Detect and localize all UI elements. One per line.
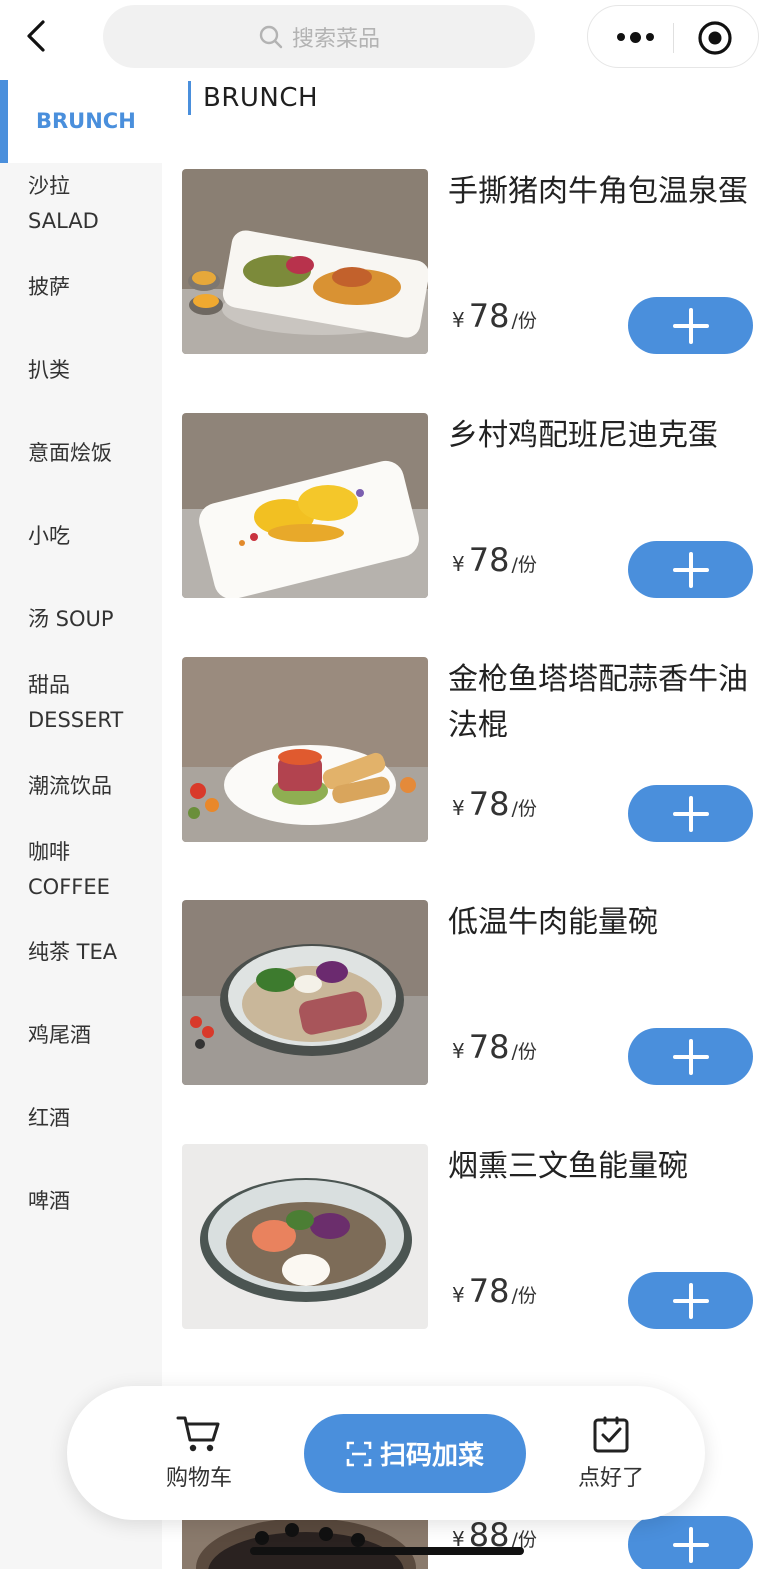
capsule-divider (673, 23, 674, 53)
dish-photo (182, 1144, 428, 1329)
sidebar-item-pasta-risotto[interactable]: 意面烩饭 (0, 436, 162, 471)
sidebar-item-grill[interactable]: 扒类 (0, 353, 162, 388)
done-label: 点好了 (577, 1466, 644, 1491)
back-button[interactable] (14, 14, 58, 58)
dish-price: ¥78/份 (452, 1272, 537, 1310)
dish-price: ¥78/份 (452, 1028, 537, 1066)
mini-program-capsule (587, 5, 759, 68)
plus-icon (672, 1282, 709, 1319)
dish-name: 手撕猪肉牛角包温泉蛋 (448, 174, 748, 209)
sidebar-item-snacks[interactable]: 小吃 (0, 519, 162, 554)
sidebar-item-dessert[interactable]: 甜品 DESSERT (0, 668, 162, 738)
sidebar-item-pizza[interactable]: 披萨 (0, 270, 162, 305)
more-dots-icon[interactable] (610, 24, 660, 50)
chevron-left-icon (27, 20, 45, 52)
dish-price: ¥78/份 (452, 785, 537, 823)
clipboard-check-icon (593, 1416, 629, 1453)
section-accent-bar (188, 81, 191, 115)
cart-label: 购物车 (165, 1466, 232, 1491)
dish-price: ¥78/份 (452, 541, 537, 579)
sidebar-item-drinks[interactable]: 潮流饮品 (0, 769, 162, 804)
plus-icon (672, 1526, 709, 1563)
product-card[interactable]: 金枪鱼塔塔配蒜香牛油法棍 ¥78/份 (182, 657, 762, 843)
cart-button[interactable]: 购物车 (144, 1414, 254, 1492)
sidebar-item-soup[interactable]: 汤 SOUP (0, 602, 162, 637)
section-title: BRUNCH (203, 83, 319, 113)
sidebar-item-salad[interactable]: 沙拉 SALAD (0, 169, 162, 239)
add-to-cart-button[interactable] (628, 1272, 753, 1329)
dish-name: 金枪鱼塔塔配蒜香牛油法棍 (448, 662, 748, 743)
dish-photo (182, 169, 428, 354)
plus-icon (672, 795, 709, 832)
order-done-button[interactable]: 点好了 (556, 1414, 666, 1492)
scan-label: 扫码加菜 (379, 1441, 484, 1471)
dish-name: 乡村鸡配班尼迪克蛋 (448, 418, 718, 453)
product-card[interactable]: 烟熏三文鱼能量碗 ¥78/份 (182, 1144, 762, 1330)
search-icon (259, 25, 283, 48)
shopping-cart-icon (176, 1416, 220, 1452)
plus-icon (672, 551, 709, 588)
search-input[interactable]: 搜索菜品 (103, 5, 535, 68)
dish-name: 低温牛肉能量碗 (448, 905, 658, 940)
dish-photo (182, 900, 428, 1085)
dish-photo (182, 657, 428, 842)
sidebar-item-cocktail[interactable]: 鸡尾酒 (0, 1018, 162, 1053)
bottom-action-bar: 购物车 扫码加菜 点好了 (67, 1386, 705, 1520)
plus-icon (672, 307, 709, 344)
search-placeholder: 搜索菜品 (291, 26, 380, 52)
add-to-cart-button[interactable] (628, 541, 753, 598)
top-bar: 搜索菜品 (0, 0, 773, 76)
plus-icon (672, 1038, 709, 1075)
section-header: BRUNCH (188, 80, 318, 116)
sidebar-item-coffee[interactable]: 咖啡 COFFEE (0, 835, 162, 905)
scan-to-add-button[interactable]: 扫码加菜 (304, 1414, 526, 1493)
dish-photo (182, 413, 428, 598)
sidebar-item-brunch[interactable]: BRUNCH (0, 80, 162, 163)
product-card[interactable]: 手撕猪肉牛角包温泉蛋 ¥78/份 (182, 169, 762, 355)
target-circle-icon[interactable] (697, 20, 733, 56)
dish-price: ¥78/份 (452, 297, 537, 335)
scan-icon (346, 1441, 372, 1466)
product-card[interactable]: 乡村鸡配班尼迪克蛋 ¥78/份 (182, 413, 762, 599)
dish-name: 烟熏三文鱼能量碗 (448, 1149, 688, 1184)
sidebar-item-red-wine[interactable]: 红酒 (0, 1101, 162, 1136)
add-to-cart-button[interactable] (628, 297, 753, 354)
sidebar-item-tea[interactable]: 纯茶 TEA (0, 935, 162, 970)
add-to-cart-button[interactable] (628, 1028, 753, 1085)
home-indicator (250, 1547, 524, 1555)
sidebar-item-beer[interactable]: 啤酒 (0, 1184, 162, 1219)
product-card[interactable]: 低温牛肉能量碗 ¥78/份 (182, 900, 762, 1086)
category-sidebar: BRUNCH 沙拉 SALAD 披萨 扒类 意面烩饭 小吃 汤 SOUP 甜品 … (0, 80, 162, 1569)
add-to-cart-button[interactable] (628, 785, 753, 842)
add-to-cart-button[interactable] (628, 1516, 753, 1569)
